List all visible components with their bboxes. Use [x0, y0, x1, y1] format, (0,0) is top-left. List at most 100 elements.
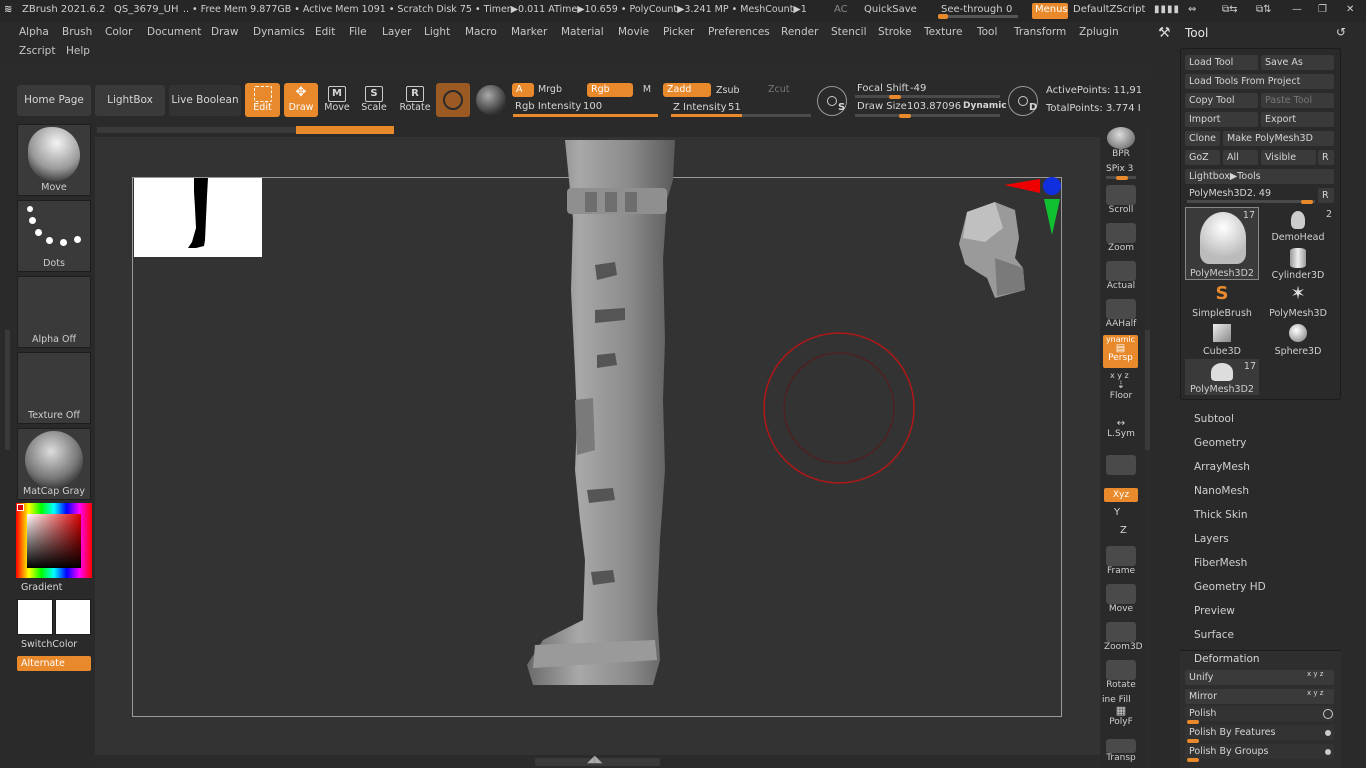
gradient-label[interactable]: Gradient — [21, 582, 62, 593]
dynamic-toggle[interactable]: Dynamic — [963, 101, 1007, 111]
section-preview[interactable]: Preview — [1194, 605, 1235, 617]
move-mode-button[interactable]: M Move — [322, 83, 352, 117]
deformation-header[interactable]: Deformation — [1194, 653, 1260, 665]
section-layers[interactable]: Layers — [1194, 533, 1229, 545]
z-intensity-slider[interactable] — [671, 114, 811, 117]
copy-tool-button[interactable]: Copy Tool — [1185, 93, 1258, 108]
section-geometry[interactable]: Geometry — [1194, 437, 1246, 449]
goz-visible-button[interactable]: Visible — [1261, 150, 1316, 165]
goz-r-button[interactable]: R — [1318, 150, 1334, 165]
brush-pin-icon[interactable]: ⚒ — [1158, 25, 1171, 41]
make-polymesh-button[interactable]: Make PolyMesh3D — [1223, 131, 1334, 146]
menu-texture[interactable]: Texture — [924, 26, 962, 38]
z-rotate-button[interactable]: Z — [1120, 525, 1127, 536]
paste-tool-button[interactable]: Paste Tool — [1261, 93, 1334, 108]
color-picker[interactable] — [16, 503, 92, 578]
edit-mode-button[interactable]: Edit — [245, 83, 280, 117]
rgb-intensity-slider[interactable] — [513, 114, 658, 117]
minimize-icon[interactable]: — — [1292, 4, 1302, 15]
menu-file[interactable]: File — [349, 26, 367, 38]
menu-edit[interactable]: Edit — [315, 26, 335, 38]
m-toggle[interactable]: M — [637, 84, 657, 98]
layout-icon[interactable]: ▮▮▮▮ — [1154, 4, 1180, 15]
secondary-color-swatch[interactable] — [55, 599, 91, 635]
menu-stroke[interactable]: Stroke — [878, 26, 911, 38]
menu-picker[interactable]: Picker — [663, 26, 694, 38]
section-subtool[interactable]: Subtool — [1194, 413, 1234, 425]
menu-document[interactable]: Document — [147, 26, 201, 38]
polish-features-slider[interactable]: Polish By Features — [1185, 725, 1334, 740]
menu-tool[interactable]: Tool — [977, 26, 997, 38]
tool-thumb-polymesh3d2[interactable]: 17 PolyMesh3D2 — [1185, 207, 1259, 280]
polish-groups-knob[interactable] — [1187, 758, 1199, 762]
menu-zscript[interactable]: Zscript — [19, 45, 55, 57]
import-button[interactable]: Import — [1185, 112, 1258, 127]
texture-slot[interactable]: Texture Off — [17, 352, 91, 424]
tool-r-button[interactable]: R — [1318, 188, 1334, 203]
tool-thumb-polymesh3d2-b[interactable]: 17 PolyMesh3D2 — [1185, 359, 1259, 395]
brush-slot[interactable]: Move — [17, 124, 91, 196]
aahalf-button[interactable]: AAHalf — [1104, 298, 1138, 332]
navigator-thumbnail[interactable] — [134, 178, 262, 257]
polish-groups-slider[interactable]: Polish By Groups — [1185, 744, 1334, 759]
section-geometry-hd[interactable]: Geometry HD — [1194, 581, 1266, 593]
section-arraymesh[interactable]: ArrayMesh — [1194, 461, 1250, 473]
bpr-button[interactable]: BPR — [1104, 127, 1138, 159]
menu-macro[interactable]: Macro — [465, 26, 497, 38]
menu-stencil[interactable]: Stencil — [831, 26, 867, 38]
draw-mode-button[interactable]: ✥ Draw — [284, 83, 318, 117]
rotate-mode-button[interactable]: R Rotate — [398, 83, 432, 117]
tool-slider[interactable] — [1187, 200, 1315, 204]
zoom3d-button[interactable]: Zoom3D — [1104, 621, 1143, 655]
menu-movie[interactable]: Movie — [618, 26, 649, 38]
floor-button[interactable]: ⇣ Floor — [1104, 380, 1138, 406]
menu-transform[interactable]: Transform — [1014, 26, 1066, 38]
close-icon[interactable]: ✕ — [1346, 4, 1354, 15]
smooth-brush-icon[interactable] — [476, 85, 506, 115]
material-swatch[interactable] — [436, 83, 470, 117]
menu-marker[interactable]: Marker — [511, 26, 547, 38]
menu-alpha[interactable]: Alpha — [19, 26, 49, 38]
menu-color[interactable]: Color — [105, 26, 132, 38]
mrgb-toggle[interactable]: Mrgb — [538, 84, 586, 98]
gyro-axis-icon[interactable] — [1002, 175, 1064, 237]
polish-slider[interactable]: Polish — [1185, 706, 1334, 721]
lock-button[interactable] — [1104, 454, 1138, 480]
menu-material[interactable]: Material — [561, 26, 604, 38]
maximize-icon[interactable]: ❐ — [1318, 4, 1327, 15]
menu-dynamics[interactable]: Dynamics — [253, 26, 305, 38]
goz-button[interactable]: GoZ — [1185, 150, 1220, 165]
reset-icon[interactable]: ↺ — [1336, 25, 1346, 39]
section-nanomesh[interactable]: NanoMesh — [1194, 485, 1249, 497]
goz-all-button[interactable]: All — [1223, 150, 1258, 165]
see-through-slider[interactable] — [938, 14, 1018, 19]
draw-size-slider[interactable] — [855, 114, 1000, 118]
stroke-slot[interactable]: Dots — [17, 200, 91, 272]
actual-button[interactable]: Actual — [1104, 260, 1138, 294]
transp-button[interactable]: Transp — [1104, 738, 1138, 768]
save-as-button[interactable]: Save As — [1261, 55, 1334, 70]
frame-button[interactable]: Frame — [1104, 545, 1138, 579]
zcut-toggle[interactable]: Zcut — [768, 84, 798, 98]
tool-thumb-cylinder3d[interactable]: Cylinder3D — [1261, 245, 1335, 281]
lightbox-button[interactable]: LightBox — [95, 85, 165, 116]
menu-brush[interactable]: Brush — [62, 26, 92, 38]
polish-features-knob[interactable] — [1187, 739, 1199, 743]
y-rotate-button[interactable]: Y — [1114, 507, 1120, 518]
zadd-toggle[interactable]: Zadd — [663, 83, 711, 97]
palette-icon[interactable]: ⇔ — [1188, 4, 1196, 15]
zsub-toggle[interactable]: Zsub — [716, 85, 756, 99]
home-page-button[interactable]: Home Page — [17, 85, 91, 116]
expand-bottom-icon[interactable]: ◢◣ — [587, 754, 602, 765]
focal-shift-slider[interactable] — [855, 95, 1000, 99]
section-thick-skin[interactable]: Thick Skin — [1194, 509, 1248, 521]
quicksave-button[interactable]: QuickSave — [864, 4, 917, 15]
lightbox-tools-button[interactable]: Lightbox▶Tools — [1185, 169, 1334, 184]
tool-thumb-simplebrush[interactable]: S SimpleBrush — [1185, 283, 1259, 319]
polyf-button[interactable]: ▦ PolyF — [1104, 704, 1138, 730]
see-through-label[interactable]: See-through — [941, 4, 1003, 15]
alpha-slot[interactable]: Alpha Off — [17, 276, 91, 348]
tool-thumb-demohead[interactable]: 2 DemoHead — [1261, 207, 1335, 243]
switch-color-button[interactable]: SwitchColor — [21, 639, 77, 650]
persp-button[interactable]: ynamic ▤ Persp — [1103, 335, 1138, 368]
